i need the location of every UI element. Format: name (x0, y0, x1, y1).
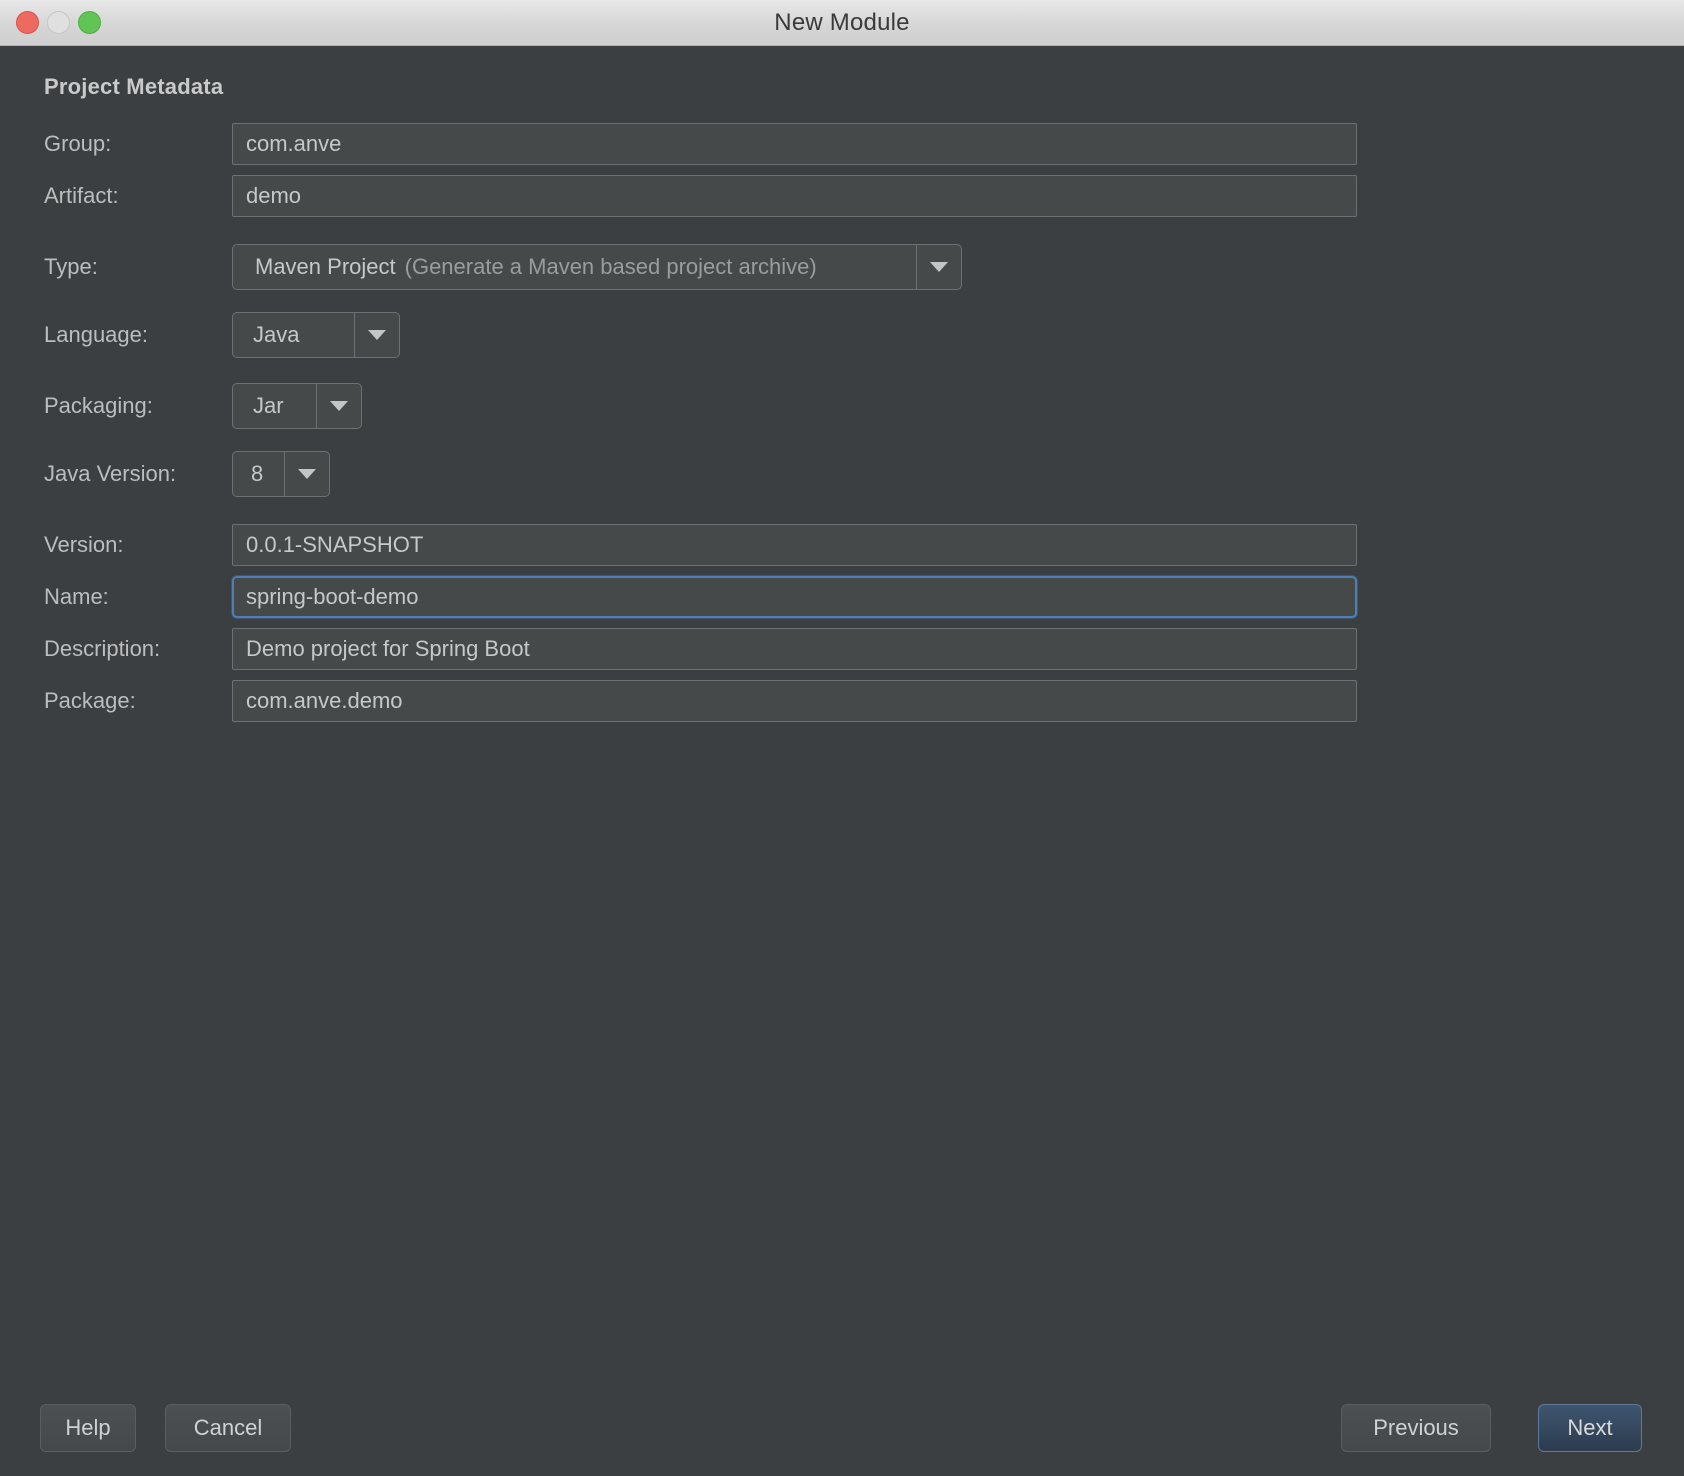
form-row-packaging: Packaging: Jar (0, 380, 1684, 432)
group-input[interactable] (232, 123, 1357, 165)
type-dropdown-hint: (Generate a Maven based project archive) (404, 254, 817, 279)
java-version-dropdown[interactable]: 8 (232, 451, 330, 497)
maximize-window-icon[interactable] (78, 11, 101, 34)
group-label: Group: (44, 131, 112, 156)
form-row-language: Language: Java (0, 309, 1684, 361)
form-row-name: Name: (0, 571, 1684, 623)
language-dropdown[interactable]: Java (232, 312, 400, 358)
dialog-footer: Help Cancel Previous Next (0, 1380, 1684, 1476)
name-label: Name: (44, 584, 109, 609)
packaging-label: Packaging: (44, 393, 153, 418)
window-controls (16, 0, 101, 45)
form-row-version: Version: (0, 519, 1684, 571)
form-row-java-version: Java Version: 8 (0, 448, 1684, 500)
chevron-down-icon[interactable] (284, 452, 329, 496)
previous-button[interactable]: Previous (1341, 1404, 1491, 1452)
chevron-down-icon[interactable] (354, 313, 399, 357)
java-version-dropdown-value: 8 (251, 461, 264, 486)
form-row-description: Description: (0, 623, 1684, 675)
window-title: New Module (774, 8, 910, 36)
language-dropdown-value: Java (253, 322, 300, 347)
type-dropdown[interactable]: Maven Project (Generate a Maven based pr… (232, 244, 962, 290)
version-label: Version: (44, 532, 124, 557)
version-input[interactable] (232, 524, 1357, 566)
packaging-dropdown[interactable]: Jar (232, 383, 362, 429)
close-window-icon[interactable] (16, 11, 39, 34)
packaging-dropdown-value: Jar (253, 393, 284, 418)
project-metadata-form: Group: Artifact: Type: Maven Project (Ge… (0, 118, 1684, 727)
java-version-label: Java Version: (44, 461, 177, 486)
description-label: Description: (44, 636, 161, 661)
language-label: Language: (44, 322, 148, 347)
artifact-input[interactable] (232, 175, 1357, 217)
form-row-type: Type: Maven Project (Generate a Maven ba… (0, 241, 1684, 293)
chevron-down-icon[interactable] (316, 384, 361, 428)
artifact-label: Artifact: (44, 183, 119, 208)
type-dropdown-value: Maven Project (Generate a Maven based pr… (233, 245, 916, 289)
cancel-button[interactable]: Cancel (165, 1404, 291, 1452)
chevron-down-icon[interactable] (916, 245, 961, 289)
help-button[interactable]: Help (40, 1404, 136, 1452)
type-dropdown-selected: Maven Project (255, 254, 396, 279)
page-title: Project Metadata (44, 74, 224, 99)
package-label: Package: (44, 688, 136, 713)
form-row-package: Package: (0, 675, 1684, 727)
new-module-dialog: New Module Project Metadata Group: Artif… (0, 0, 1684, 1476)
form-row-artifact: Artifact: (0, 170, 1684, 222)
name-input[interactable] (232, 576, 1357, 618)
package-input[interactable] (232, 680, 1357, 722)
next-button[interactable]: Next (1538, 1404, 1642, 1452)
form-row-group: Group: (0, 118, 1684, 170)
dialog-content: Project Metadata Group: Artifact: Type: … (0, 46, 1684, 1476)
minimize-window-icon[interactable] (47, 11, 70, 34)
type-label: Type: (44, 254, 98, 279)
window-titlebar: New Module (0, 0, 1684, 46)
description-input[interactable] (232, 628, 1357, 670)
